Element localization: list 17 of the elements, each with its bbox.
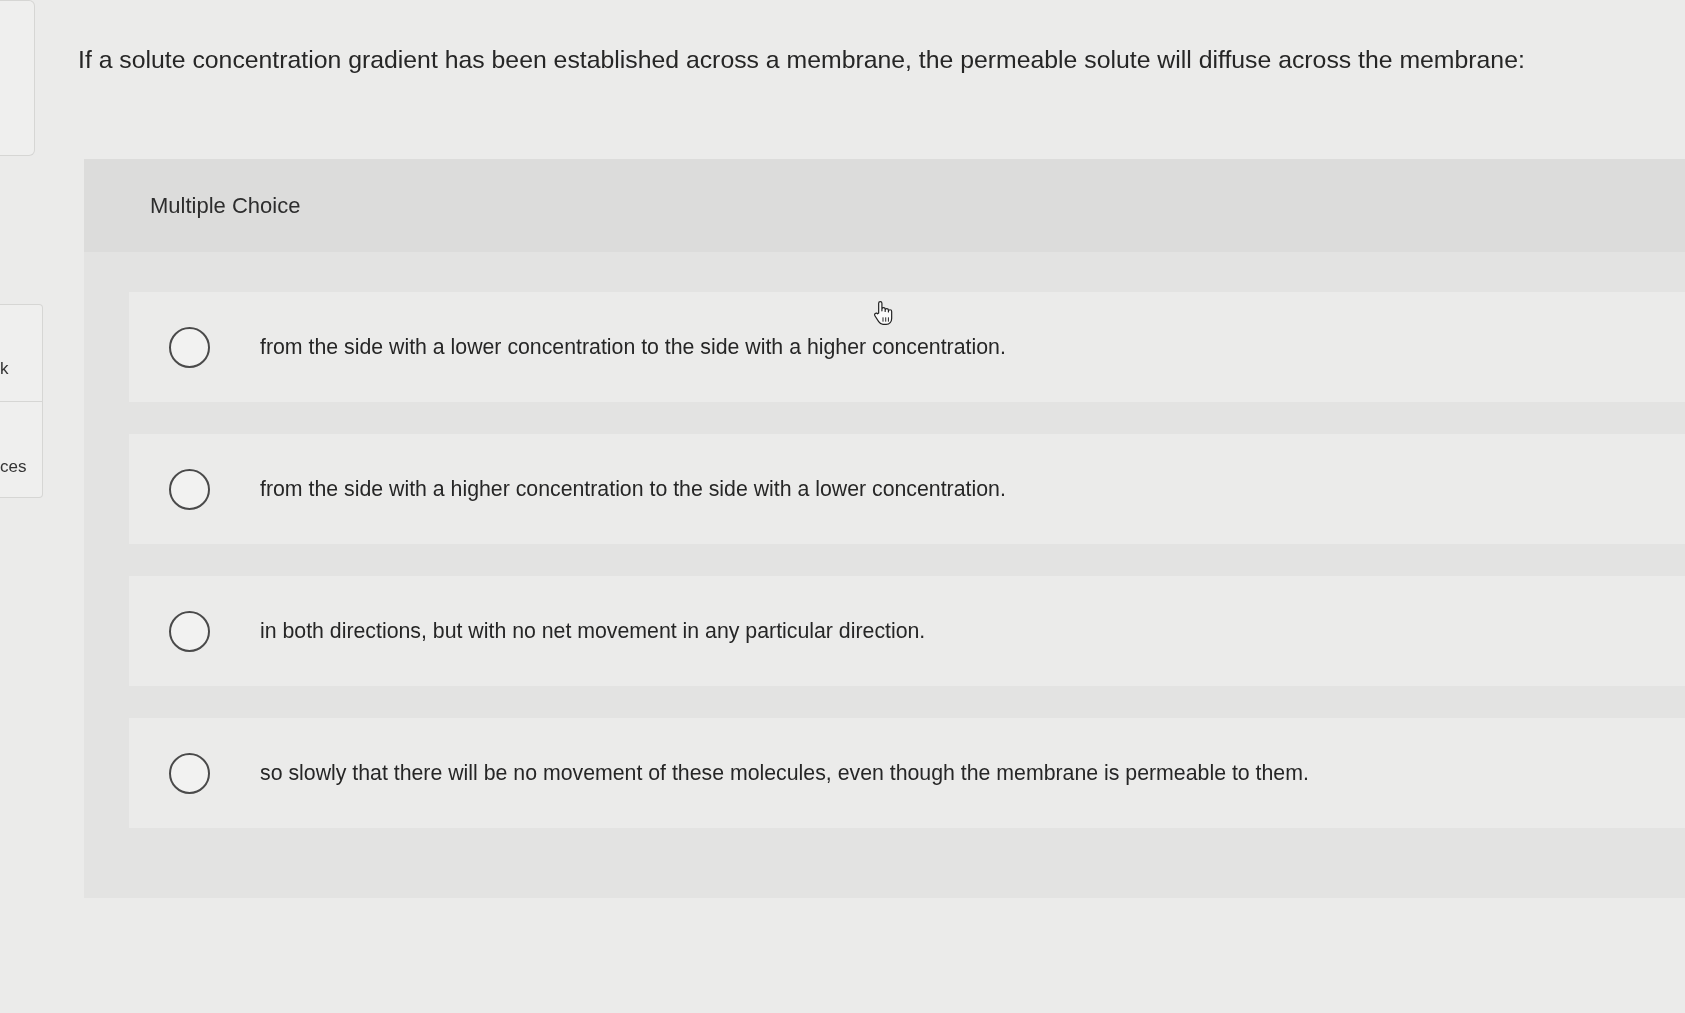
hand-cursor-icon xyxy=(872,300,894,326)
option-text: from the side with a lower concentration to the side with a higher concentration. xyxy=(260,334,1006,360)
sidebar-item[interactable]: ces xyxy=(0,457,27,477)
option-text: from the side with a higher concentration to the side with a lower concentration. xyxy=(260,476,1006,502)
option-text: so slowly that there will be no movement of these molecules, even though the membrane is permeable to them. xyxy=(260,760,1309,786)
radio-button[interactable] xyxy=(169,752,210,794)
radio-button[interactable] xyxy=(169,326,210,368)
question-type-label: Multiple Choice xyxy=(150,192,301,219)
question-text: If a solute concentration gradient has been established across a membrane, the permeable solute will diffuse across the membrane: xyxy=(78,45,1526,75)
option-text: in both directions, but with no net movement in any particular direction. xyxy=(260,618,926,644)
answer-option[interactable]: from the side with a higher concentration to the side with a lower concentration. xyxy=(129,434,1685,544)
sidebar-item[interactable]: k xyxy=(0,359,9,379)
radio-button[interactable] xyxy=(169,468,210,510)
answer-option[interactable]: from the side with a lower concentration to the side with a higher concentration. xyxy=(129,292,1685,402)
answer-option[interactable]: in both directions, but with no net movement in any particular direction. xyxy=(129,576,1685,686)
radio-button[interactable] xyxy=(169,610,210,652)
answer-option[interactable]: so slowly that there will be no movement of these molecules, even though the membrane is permeable to them. xyxy=(129,718,1685,828)
